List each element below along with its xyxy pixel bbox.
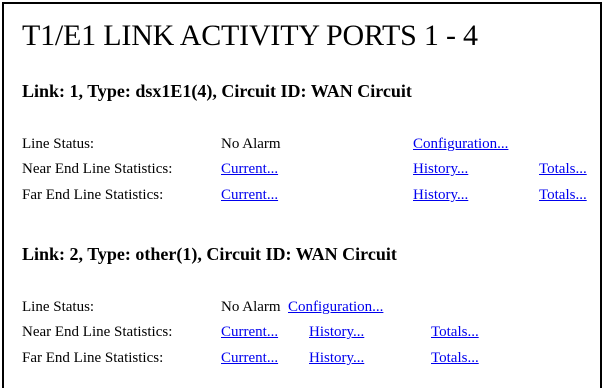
- link-1-far-end-totals-link[interactable]: Totals...: [539, 187, 587, 204]
- link-1-configuration-link[interactable]: Configuration...: [413, 136, 508, 153]
- link-2-far-end-history-link[interactable]: History...: [309, 350, 364, 367]
- link-2-far-end-totals-link[interactable]: Totals...: [431, 350, 479, 367]
- link-1-near-end-totals-link[interactable]: Totals...: [539, 161, 587, 178]
- line-status-label: Line Status:: [22, 136, 95, 152]
- near-end-label: Near End Line Statistics:: [22, 161, 173, 177]
- line-status-value: No Alarm: [221, 136, 281, 152]
- link-1-near-end-history-link[interactable]: History...: [413, 161, 468, 178]
- near-end-label: Near End Line Statistics:: [22, 324, 173, 340]
- line-status-label: Line Status:: [22, 299, 95, 315]
- link-1-heading: Link: 1, Type: dsx1E1(4), Circuit ID: WA…: [22, 81, 412, 101]
- link-2-near-end-history-link[interactable]: History...: [309, 324, 364, 341]
- far-end-label: Far End Line Statistics:: [22, 187, 164, 203]
- link-2-configuration-link[interactable]: Configuration...: [288, 299, 383, 316]
- link-2-near-end-current-link[interactable]: Current...: [221, 324, 278, 341]
- link-1-far-end-current-link[interactable]: Current...: [221, 187, 278, 204]
- link-2-far-end-current-link[interactable]: Current...: [221, 350, 278, 367]
- page-frame: T1/E1 LINK ACTIVITY PORTS 1 - 4 Link: 1,…: [2, 2, 602, 388]
- link-1-near-end-current-link[interactable]: Current...: [221, 161, 278, 178]
- link-2-heading: Link: 2, Type: other(1), Circuit ID: WAN…: [22, 244, 397, 264]
- far-end-label: Far End Line Statistics:: [22, 350, 164, 366]
- link-2-near-end-totals-link[interactable]: Totals...: [431, 324, 479, 341]
- link-1-far-end-history-link[interactable]: History...: [413, 187, 468, 204]
- page-title: T1/E1 LINK ACTIVITY PORTS 1 - 4: [22, 19, 478, 52]
- line-status-value: No Alarm: [221, 299, 281, 315]
